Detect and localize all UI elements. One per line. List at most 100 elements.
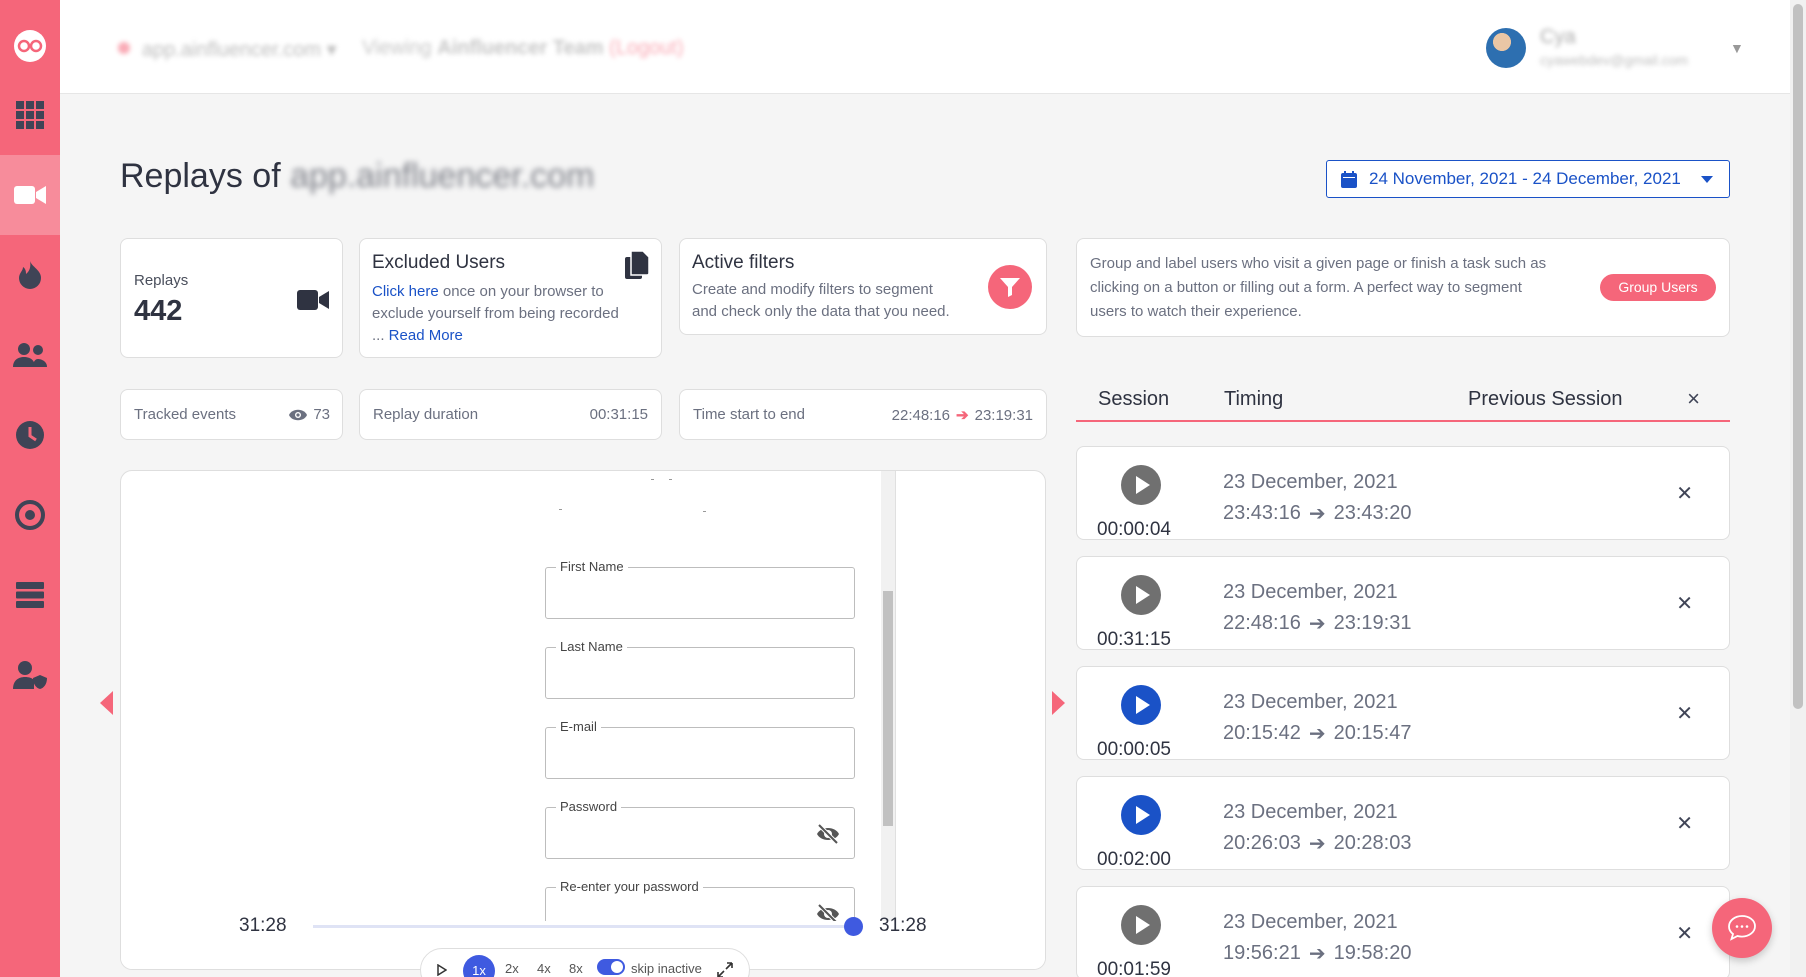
session-end: 23:19:31 [1333, 612, 1412, 634]
active-filters-text: Create and modify filters to segment and… [692, 279, 950, 323]
close-icon[interactable]: ✕ [1676, 921, 1693, 946]
copy-icon[interactable] [625, 251, 649, 279]
clock-icon[interactable] [0, 395, 60, 475]
replays-label: Replays [134, 272, 189, 289]
chat-button[interactable] [1712, 898, 1772, 958]
replay-player: First Name Last Name E-mail Password Re-… [120, 470, 1046, 970]
session-end: 20:28:03 [1333, 832, 1412, 854]
chat-icon [1728, 915, 1756, 941]
close-icon[interactable]: × [1687, 386, 1700, 412]
play-icon[interactable] [1121, 685, 1161, 725]
frame-scrollbar-thumb[interactable] [883, 591, 893, 826]
session-time: 22:48:16 ➔ 23:19:31 [1223, 611, 1411, 636]
replay-duration-card: Replay duration 00:31:15 [359, 389, 662, 440]
progress-bar[interactable] [313, 917, 863, 936]
close-icon[interactable]: ✕ [1676, 481, 1693, 506]
video-camera-icon[interactable] [0, 155, 60, 235]
time-start: 22:48:16 [891, 406, 951, 424]
session-item[interactable]: 00:31:15 23 December, 2021 22:48:16 ➔ 23:1… [1076, 556, 1730, 650]
replays-count: 442 [134, 295, 183, 327]
tracked-events-value-wrap: 73 [289, 406, 330, 423]
close-icon[interactable]: ✕ [1676, 701, 1693, 726]
frame-dot [651, 479, 654, 480]
excluded-users-title: Excluded Users [372, 252, 506, 273]
group-text-1: Group and label users who visit a given … [1090, 255, 1547, 272]
chevron-down-icon[interactable]: ▼ [1730, 40, 1744, 56]
play-icon[interactable] [1121, 465, 1161, 505]
page-scrollbar[interactable] [1790, 0, 1806, 977]
field-label: E-mail [556, 719, 601, 734]
form-field[interactable]: Password [545, 799, 855, 859]
click-here-link[interactable]: Click here [372, 283, 439, 300]
date-range-picker[interactable]: 24 November, 2021 - 24 December, 2021 [1326, 160, 1730, 198]
skip-inactive-toggle[interactable] [597, 959, 625, 975]
flame-icon[interactable] [0, 235, 60, 315]
session-end: 20:15:47 [1333, 722, 1412, 744]
user-shield-icon[interactable] [0, 635, 60, 715]
users-icon[interactable] [0, 315, 60, 395]
target-icon[interactable] [0, 475, 60, 555]
replays-card: Replays 442 [120, 238, 343, 358]
tab-session[interactable]: Session [1098, 388, 1169, 411]
previous-replay-arrow[interactable] [100, 691, 113, 715]
active-filters-title: Active filters [692, 252, 795, 273]
skip-inactive-label: skip inactive [631, 961, 702, 976]
session-start: 20:15:42 [1223, 722, 1301, 744]
session-tabs: Session Timing Previous Session × [1076, 380, 1730, 422]
play-icon[interactable] [437, 964, 447, 976]
next-replay-arrow[interactable] [1052, 691, 1065, 715]
form-field[interactable]: First Name [545, 559, 855, 619]
session-time: 19:56:21 ➔ 19:58:20 [1223, 941, 1411, 966]
speed-2x-button[interactable]: 2x [505, 961, 519, 976]
close-icon[interactable]: ✕ [1676, 591, 1693, 616]
active-filters-card: Active filters Create and modify filters… [679, 238, 1047, 335]
server-icon[interactable] [0, 555, 60, 635]
page-title-text: Replays of [120, 157, 281, 195]
read-more-link[interactable]: Read More [389, 327, 463, 344]
excluded-text-2: exclude yourself from being recorded [372, 305, 619, 322]
speed-8x-button[interactable]: 8x [569, 961, 583, 976]
tracked-events-label: Tracked events [134, 406, 236, 423]
session-duration: 00:00:05 [1097, 739, 1171, 760]
session-date: 23 December, 2021 [1223, 471, 1398, 493]
session-item[interactable]: 00:02:00 23 December, 2021 20:26:03 ➔ 20:2… [1076, 776, 1730, 870]
replay-duration-value: 00:31:15 [589, 406, 648, 423]
eye-slash-icon[interactable] [816, 824, 840, 844]
play-icon[interactable] [1121, 905, 1161, 945]
video-camera-icon [297, 290, 329, 310]
session-end: 19:58:20 [1333, 942, 1412, 964]
session-item[interactable]: 00:00:04 23 December, 2021 23:43:16 ➔ 23:4… [1076, 446, 1730, 540]
speed-4x-button[interactable]: 4x [537, 961, 551, 976]
filters-text-1: Create and modify filters to segment [692, 281, 933, 298]
session-date: 23 December, 2021 [1223, 911, 1398, 933]
close-icon[interactable]: ✕ [1676, 811, 1693, 836]
scrollbar-thumb[interactable] [1793, 4, 1803, 709]
fullscreen-icon[interactable] [717, 962, 733, 977]
tab-timing[interactable]: Timing [1224, 388, 1283, 411]
logout-link[interactable]: (Logout) [609, 37, 684, 59]
play-icon[interactable] [1121, 575, 1161, 615]
speed-1x-button[interactable]: 1x [463, 955, 495, 977]
play-icon[interactable] [1121, 795, 1161, 835]
dashboard-grid-icon[interactable] [0, 75, 60, 155]
group-users-button[interactable]: Group Users [1600, 274, 1716, 301]
form-field[interactable]: Last Name [545, 639, 855, 699]
filter-button[interactable] [988, 265, 1032, 309]
form-field[interactable]: E-mail [545, 719, 855, 779]
site-status-dot [118, 42, 130, 54]
frame-scrollbar[interactable] [881, 471, 895, 921]
tab-previous-session[interactable]: Previous Session [1468, 388, 1623, 411]
session-duration: 00:31:15 [1097, 629, 1171, 650]
group-text-3: users to watch their experience. [1090, 303, 1302, 320]
replay-frame: First Name Last Name E-mail Password Re-… [531, 471, 881, 939]
progress-knob[interactable] [844, 917, 863, 936]
avatar[interactable] [1486, 28, 1526, 68]
group-text-2: clicking on a button or filling out a fo… [1090, 279, 1522, 296]
session-item[interactable]: 00:01:59 23 December, 2021 19:56:21 ➔ 19:5… [1076, 886, 1730, 977]
session-item[interactable]: 00:00:05 23 December, 2021 20:15:42 ➔ 20:1… [1076, 666, 1730, 760]
user-email: cyawebdev@gmail.com [1540, 52, 1689, 68]
logo-icon[interactable] [0, 6, 60, 86]
site-selector[interactable]: app.ainfluencer.com ▾ [142, 37, 337, 62]
team-info: Viewing Ainfluencer Team (Logout) [362, 37, 684, 60]
session-date: 23 December, 2021 [1223, 691, 1398, 713]
